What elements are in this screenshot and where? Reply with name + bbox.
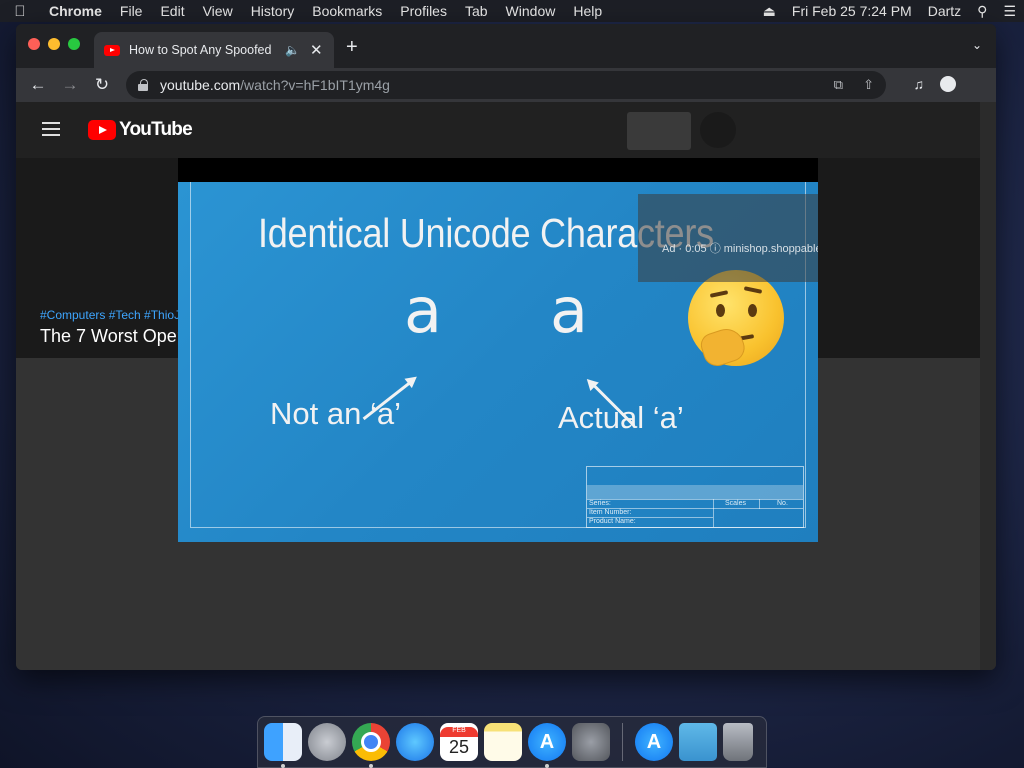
launchpad-icon[interactable] (308, 723, 346, 761)
menu-history[interactable]: History (242, 3, 304, 19)
menu-bar:  Chrome File Edit View History Bookmark… (0, 0, 1024, 22)
title-block-item-number: Item Number: (589, 509, 632, 516)
hamburger-menu-icon[interactable] (42, 122, 60, 140)
menu-window[interactable]: Window (497, 3, 565, 19)
menu-file[interactable]: File (111, 3, 152, 19)
calendar-month: FEB (440, 726, 478, 737)
minimize-window-button[interactable] (48, 38, 60, 50)
blueprint-title-block: Series: Scales No. Item Number: Product … (586, 466, 804, 528)
profile-avatar-icon[interactable] (940, 76, 956, 92)
reload-icon[interactable]: ↻ (86, 75, 118, 95)
label-not-an-a: Not an ‘a’ (270, 396, 401, 431)
url-host: youtube.com (160, 77, 241, 93)
fullscreen-window-button[interactable] (68, 38, 80, 50)
youtube-play-logo-icon (88, 120, 116, 140)
title-block-scales: Scales (725, 500, 747, 507)
menu-edit[interactable]: Edit (151, 3, 193, 19)
back-arrow-icon[interactable]: ← (22, 75, 54, 95)
system-preferences-icon[interactable] (572, 723, 610, 761)
dock-separator (622, 723, 623, 761)
active-tab[interactable]: How to Spot Any Spoofed 🔈 ✕ (94, 32, 334, 68)
tab-audio-icon[interactable]: 🔈 (285, 43, 300, 57)
video-hashtags[interactable]: #Computers #Tech #ThioJ (40, 308, 180, 322)
safari-icon[interactable] (396, 723, 434, 761)
tab-search-chevron-icon[interactable]: ⌄ (972, 38, 982, 52)
apple-menu-icon[interactable]:  (0, 3, 40, 20)
youtube-wordmark: YouTube (119, 119, 193, 140)
menubar-user[interactable]: Dartz (920, 3, 969, 19)
trash-icon[interactable] (723, 723, 753, 761)
calendar-day: 25 (448, 736, 470, 757)
picture-in-picture-video[interactable]: Identical Unicode Characters a a Not an … (178, 158, 818, 542)
chrome-icon[interactable] (352, 723, 390, 768)
unicode-glyph-right: a (550, 274, 588, 347)
calendar-icon[interactable]: FEB 25 (440, 723, 478, 761)
browser-toolbar: ← → ↻ youtube.com/watch?v=hF1bIT1ym4g ⧉ … (16, 68, 996, 102)
youtube-header: YouTube (16, 102, 980, 158)
open-in-app-icon[interactable]: ⧉ (834, 77, 843, 93)
menu-bookmarks[interactable]: Bookmarks (303, 3, 391, 19)
menu-help[interactable]: Help (564, 3, 611, 19)
url-path: /watch?v=hF1bIT1ym4g (240, 77, 390, 93)
lock-icon[interactable] (138, 79, 148, 91)
ad-overlay[interactable]: Ad · 0:05 ⓘ minishop.shoppable.com/v4/sn… (638, 194, 818, 282)
control-center-icon[interactable]: ☰ (995, 3, 1024, 20)
dock: FEB 25 A A (257, 716, 767, 768)
new-tab-button[interactable]: + (346, 36, 358, 59)
unicode-glyph-left: a (404, 274, 442, 347)
notes-icon[interactable] (484, 723, 522, 761)
ad-text[interactable]: Ad · 0:05 ⓘ minishop.shoppable.com/v4/sn… (662, 240, 818, 256)
menubar-clock[interactable]: Fri Feb 25 7:24 PM (784, 3, 920, 19)
tab-title: How to Spot Any Spoofed (129, 43, 272, 57)
menu-profiles[interactable]: Profiles (391, 3, 456, 19)
window-controls (28, 38, 80, 50)
title-block-no: No. (777, 500, 788, 507)
finder-icon[interactable] (264, 723, 302, 768)
applications-folder-icon[interactable]: A (635, 723, 673, 761)
title-block-product-name: Product Name: (589, 518, 636, 525)
youtube-logo[interactable]: YouTube (88, 119, 193, 141)
page-scrollbar[interactable] (980, 102, 996, 670)
eject-icon[interactable]: ⏏ (755, 3, 784, 20)
app-store-icon[interactable]: A (528, 723, 566, 768)
tab-close-icon[interactable]: ✕ (310, 41, 323, 59)
menu-tab[interactable]: Tab (456, 3, 497, 19)
header-placeholder-avatar[interactable] (700, 112, 736, 148)
thinking-face-icon (688, 270, 784, 370)
tab-strip: How to Spot Any Spoofed 🔈 ✕ + ⌄ (16, 24, 996, 68)
header-placeholder-button[interactable] (627, 112, 691, 150)
spotlight-search-icon[interactable]: ⚲ (969, 3, 995, 20)
youtube-favicon-icon (104, 44, 120, 56)
close-window-button[interactable] (28, 38, 40, 50)
media-controls-icon[interactable]: ♫ (914, 76, 925, 92)
label-actual-a: Actual ‘a’ (558, 400, 684, 435)
menu-app-chrome[interactable]: Chrome (40, 3, 111, 19)
forward-arrow-icon[interactable]: → (54, 75, 86, 95)
menu-view[interactable]: View (194, 3, 242, 19)
share-icon[interactable]: ⇧ (863, 77, 874, 93)
address-bar[interactable]: youtube.com/watch?v=hF1bIT1ym4g ⧉ ⇧ (126, 71, 886, 99)
downloads-folder-icon[interactable] (679, 723, 717, 761)
video-title: The 7 Worst Oper (40, 326, 183, 346)
title-block-series: Series: (589, 500, 611, 507)
